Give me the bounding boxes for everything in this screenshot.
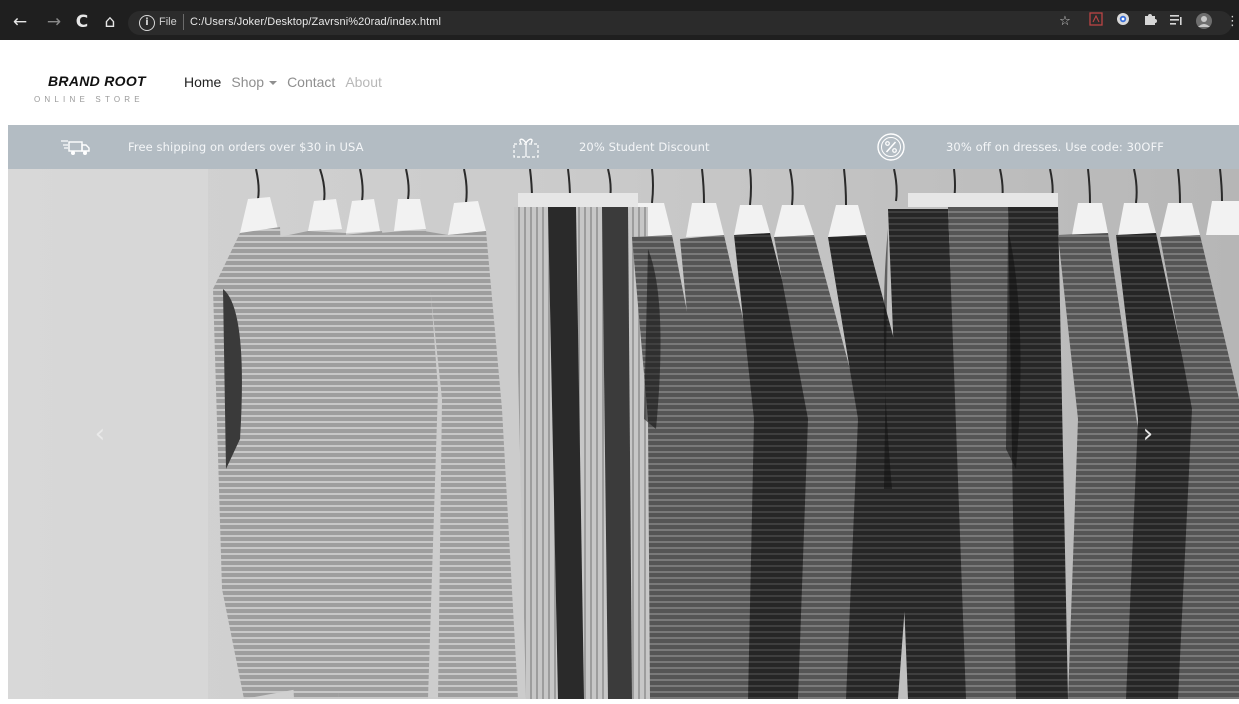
hero-carousel: ‹ › [8, 169, 1239, 699]
block-extension-icon[interactable] [1113, 12, 1133, 32]
nav-link-shop-label: Shop [231, 74, 265, 90]
star-icon[interactable]: ☆ [1055, 12, 1075, 32]
promo-bar: Free shipping on orders over $30 in USA … [8, 125, 1239, 169]
brand-name: BRAND ROOT [48, 73, 146, 89]
puzzle-icon[interactable] [1140, 12, 1160, 32]
nav-link-shop[interactable]: Shop [231, 74, 278, 90]
reload-button[interactable]: C [72, 12, 92, 32]
info-icon[interactable]: i [139, 15, 155, 31]
main-navigation: Home Shop Contact About [184, 74, 392, 90]
pdf-extension-icon[interactable] [1086, 12, 1106, 32]
promo-text-dresses: 30% off on dresses. Use code: 30OFF [946, 140, 1165, 154]
percent-badge-icon [876, 132, 906, 162]
nav-link-about[interactable]: About [345, 74, 382, 90]
back-button[interactable]: ← [10, 12, 30, 32]
nav-link-contact[interactable]: Contact [287, 74, 335, 90]
reading-list-icon[interactable] [1166, 12, 1186, 32]
url-scheme-label: File [159, 16, 177, 28]
nav-link-home[interactable]: Home [184, 74, 221, 90]
promo-item-shipping: Free shipping on orders over $30 in USA [60, 125, 364, 169]
gift-box-icon [512, 135, 540, 159]
promo-item-student: 20% Student Discount [512, 125, 710, 169]
promo-text-shipping: Free shipping on orders over $30 in USA [128, 140, 364, 154]
promo-text-student: 20% Student Discount [579, 140, 710, 154]
promo-item-dresses: 30% off on dresses. Use code: 30OFF [876, 125, 1164, 169]
carousel-next-button[interactable]: › [1128, 414, 1168, 454]
profile-avatar-icon[interactable] [1194, 12, 1214, 32]
browser-toolbar: ← → C ⌂ i File C:/Users/Joker/Desktop/Za… [0, 0, 1239, 40]
carousel-prev-button[interactable]: ‹ [80, 414, 120, 454]
forward-button[interactable]: → [44, 12, 64, 32]
brand-tagline: ONLINE STORE [34, 95, 144, 104]
delivery-truck-icon [60, 137, 90, 157]
url-separator [183, 14, 184, 30]
brand-logo[interactable]: BRAND ROOT ONLINE STORE [34, 73, 158, 104]
home-button[interactable]: ⌂ [100, 12, 120, 32]
chevron-down-icon [269, 81, 278, 86]
hero-clothes-rack-image [8, 169, 1239, 699]
menu-icon[interactable]: ⋮ [1226, 12, 1239, 32]
url-text[interactable]: C:/Users/Joker/Desktop/Zavrsni%20rad/ind… [190, 16, 441, 28]
